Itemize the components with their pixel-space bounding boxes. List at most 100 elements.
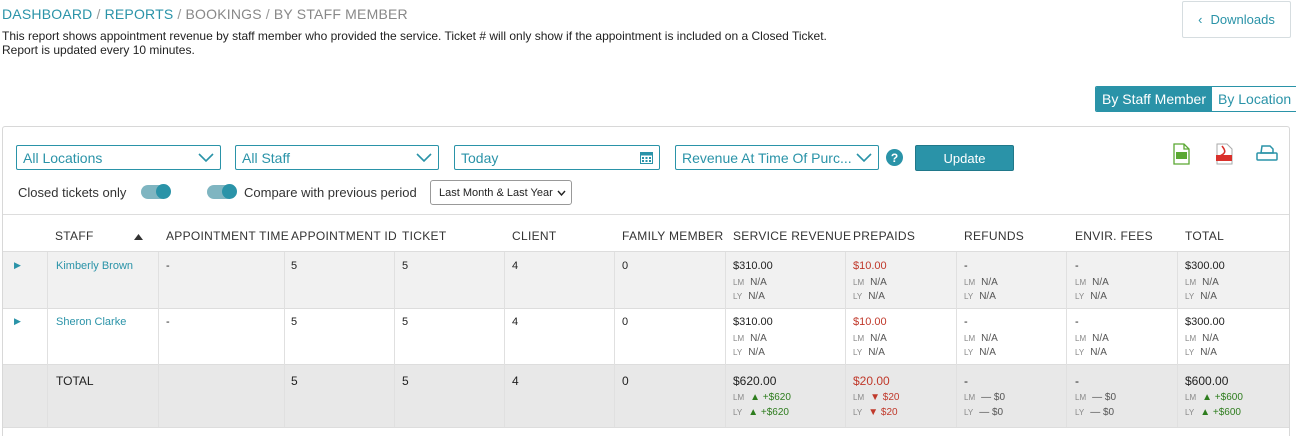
- lm-key: LM: [733, 393, 745, 402]
- lm-key: LM: [1075, 334, 1087, 343]
- envir-fees-ly: LY N/A: [1075, 291, 1107, 302]
- service-revenue-ly: LY N/A: [733, 347, 765, 358]
- update-button[interactable]: Update: [915, 145, 1014, 171]
- column-divider: [956, 252, 957, 427]
- pdf-file-icon[interactable]: [1214, 143, 1234, 165]
- prepaids-value: $10.00: [853, 316, 887, 328]
- by-location-button[interactable]: By Location: [1212, 87, 1296, 111]
- column-header-service-revenue[interactable]: SERVICE REVENUE: [733, 229, 851, 243]
- column-divider: [614, 252, 615, 427]
- breadcrumb-reports[interactable]: REPORTS: [105, 6, 174, 22]
- ly-value: N/A: [1090, 347, 1107, 358]
- envir-fees-value: -: [1075, 316, 1079, 328]
- refunds-lm: LM N/A: [964, 333, 998, 344]
- totals-prepaids-lm: LM ▼ $20: [853, 392, 900, 403]
- column-header-client[interactable]: CLIENT: [512, 229, 556, 243]
- chevron-down-icon: [557, 190, 566, 196]
- column-header-total[interactable]: TOTAL: [1185, 229, 1224, 243]
- compare-period-value: Last Month & Last Year: [439, 186, 553, 199]
- ly-value: N/A: [868, 347, 885, 358]
- prepaids-ly: LY N/A: [853, 291, 885, 302]
- chevron-down-icon: [856, 152, 872, 162]
- by-staff-member-button[interactable]: By Staff Member: [1096, 87, 1213, 111]
- total-ly: LY N/A: [1185, 291, 1217, 302]
- ly-value: — $0: [1090, 407, 1115, 418]
- totals-family-member: 0: [622, 374, 629, 388]
- sort-ascending-icon[interactable]: [134, 234, 143, 240]
- lm-value: N/A: [1202, 277, 1219, 288]
- ly-value: ▲ +$620: [748, 407, 789, 418]
- lm-key: LM: [733, 334, 745, 343]
- staff-select[interactable]: All Staff: [235, 145, 439, 170]
- column-header-envir-fees[interactable]: ENVIR. FEES: [1075, 229, 1153, 243]
- appointment-time-value: -: [166, 260, 170, 272]
- column-header-prepaids[interactable]: PREPAIDS: [853, 229, 915, 243]
- column-divider: [158, 252, 159, 427]
- staff-name-link[interactable]: Kimberly Brown: [56, 260, 133, 272]
- prepaids-value: $10.00: [853, 260, 887, 272]
- total-value: $300.00: [1185, 260, 1225, 272]
- location-select[interactable]: All Locations: [16, 145, 221, 170]
- closed-tickets-switch[interactable]: [141, 184, 171, 199]
- compare-switch[interactable]: [207, 184, 237, 199]
- ly-value: N/A: [979, 347, 996, 358]
- breadcrumb-separator: /: [265, 6, 270, 22]
- ly-value: N/A: [1200, 347, 1217, 358]
- breadcrumb-separator: /: [177, 6, 182, 22]
- refunds-ly: LY N/A: [964, 291, 996, 302]
- compare-period-select[interactable]: Last Month & Last Year: [430, 180, 572, 205]
- lm-key: LM: [1185, 334, 1197, 343]
- help-icon[interactable]: ?: [886, 149, 903, 166]
- lm-value: — $0: [981, 392, 1006, 403]
- row-divider: [3, 308, 1289, 309]
- column-header-ticket[interactable]: TICKET: [402, 229, 446, 243]
- column-divider: [1066, 252, 1067, 427]
- ly-key: LY: [853, 348, 863, 357]
- column-divider: [1177, 252, 1178, 427]
- service-revenue-lm: LM N/A: [733, 333, 767, 344]
- totals-service-revenue-lm: LM ▲ +$620: [733, 392, 791, 403]
- table-top-border: [3, 214, 1289, 215]
- csv-file-icon[interactable]: [1171, 143, 1191, 165]
- service-revenue-ly: LY N/A: [733, 291, 765, 302]
- column-header-appointment-time[interactable]: APPOINTMENT TIME: [166, 229, 289, 243]
- column-header-staff[interactable]: STAFF: [55, 229, 94, 243]
- print-icon[interactable]: [1256, 144, 1278, 162]
- total-lm: LM N/A: [1185, 333, 1219, 344]
- totals-envir-fees-ly: LY — $0: [1075, 407, 1114, 418]
- date-picker-value: Today: [461, 149, 499, 166]
- totals-refunds: -: [964, 374, 968, 388]
- lm-key: LM: [853, 393, 865, 402]
- totals-service-revenue: $620.00: [733, 374, 777, 388]
- date-picker[interactable]: Today: [454, 145, 660, 170]
- family-member-value: 0: [622, 260, 629, 272]
- breadcrumb-bookings: BOOKINGS: [185, 6, 262, 22]
- lm-value: ▼ $20: [870, 392, 900, 403]
- totals-client: 4: [512, 374, 519, 388]
- appointment-id-value: 5: [291, 260, 298, 272]
- totals-ticket: 5: [402, 374, 409, 388]
- envir-fees-ly: LY N/A: [1075, 347, 1107, 358]
- ly-key: LY: [1075, 292, 1085, 301]
- client-value: 4: [512, 260, 519, 272]
- ly-key: LY: [1075, 348, 1085, 357]
- ticket-value: 5: [402, 260, 409, 272]
- expand-row-icon[interactable]: ▶: [14, 260, 21, 271]
- staff-name-link[interactable]: Sheron Clarke: [56, 316, 126, 328]
- column-header-appointment-id[interactable]: APPOINTMENT ID: [291, 229, 397, 243]
- column-header-family-member[interactable]: FAMILY MEMBER: [622, 229, 723, 243]
- service-revenue-value: $310.00: [733, 316, 773, 328]
- total-ly: LY N/A: [1185, 347, 1217, 358]
- expand-row-icon[interactable]: ▶: [14, 316, 21, 327]
- breadcrumb-dashboard[interactable]: DASHBOARD: [2, 6, 92, 22]
- description-line-2: Report is updated every 10 minutes.: [2, 43, 195, 57]
- downloads-button[interactable]: ‹ Downloads: [1182, 1, 1291, 38]
- breadcrumb-current: BY STAFF MEMBER: [273, 6, 408, 22]
- refunds-value: -: [964, 316, 968, 328]
- closed-tickets-label: Closed tickets only: [18, 185, 127, 200]
- totals-envir-fees: -: [1075, 374, 1079, 388]
- column-header-refunds[interactable]: REFUNDS: [964, 229, 1024, 243]
- ly-value: — $0: [979, 407, 1004, 418]
- revenue-mode-select[interactable]: Revenue At Time Of Purc...: [675, 145, 879, 170]
- client-value: 4: [512, 316, 519, 328]
